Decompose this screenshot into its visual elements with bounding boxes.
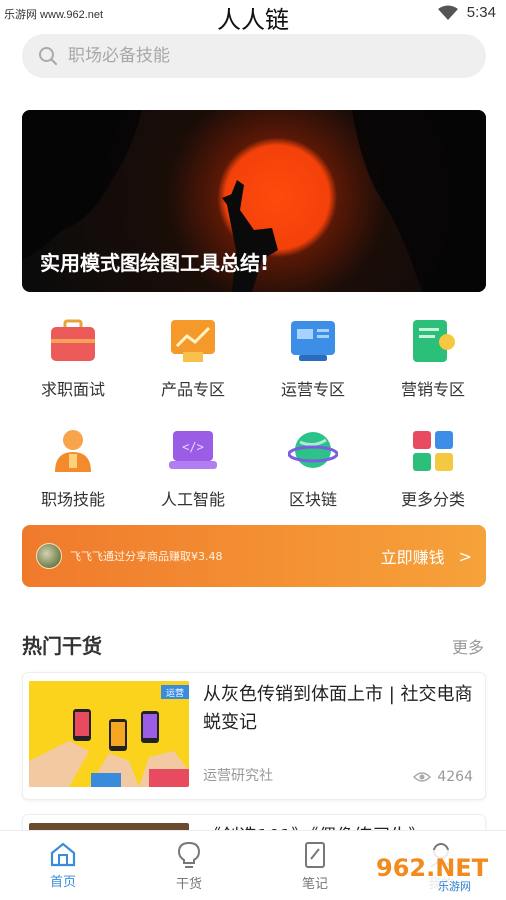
promo-text: 飞飞飞通过分享商品赚取¥3.48 [70, 550, 223, 563]
category-label: 营销专区 [400, 380, 465, 399]
code-laptop-icon: </> [168, 426, 218, 476]
category-job-interview[interactable]: 求职面试 [10, 316, 136, 400]
category-label: 人工智能 [160, 490, 225, 509]
chevron-right-icon: > [458, 546, 472, 566]
article-source: 运营研究社 [203, 768, 273, 784]
more-link[interactable]: 更多 [452, 634, 484, 658]
tab-home[interactable]: 首页 [0, 831, 126, 900]
notebook-icon [305, 842, 325, 868]
category-product[interactable]: 产品专区 [130, 316, 256, 400]
category-more[interactable]: 更多分类 [370, 426, 496, 510]
category-label: 更多分类 [400, 490, 465, 509]
product-chart-icon [168, 316, 218, 366]
marketing-book-icon [408, 316, 458, 366]
app-title: 人人链 [217, 6, 289, 34]
svg-text:</>: </> [182, 440, 204, 454]
planet-icon [288, 426, 338, 476]
wifi-icon [437, 5, 458, 20]
category-blockchain[interactable]: 区块链 [250, 426, 376, 510]
article-thumbnail: 运营 [29, 681, 189, 787]
tab-label: 首页 [49, 875, 76, 890]
promo-banner[interactable]: 飞飞飞通过分享商品赚取¥3.48 立即赚钱 > [22, 525, 486, 587]
status-time: 5:34 [466, 4, 496, 21]
lightbulb-icon [177, 841, 201, 868]
banner-caption: 实用模式图绘图工具总结! [40, 251, 270, 275]
search-bar[interactable] [22, 34, 486, 78]
article-views: 4264 [413, 769, 473, 785]
tab-articles[interactable]: 干货 [126, 831, 252, 900]
watermark-logo-subtext: 乐游网 [438, 880, 471, 893]
category-label: 职场技能 [40, 490, 105, 509]
category-ai[interactable]: </> 人工智能 [130, 426, 256, 510]
tab-label: 干货 [175, 877, 202, 892]
search-icon [39, 47, 58, 66]
category-workplace-skills[interactable]: 职场技能 [10, 426, 136, 510]
section-title: 热门干货 [22, 634, 102, 658]
article-title: 从灰色传销到体面上市 | 社交电商蜕变记 [203, 684, 473, 733]
eye-icon [413, 772, 432, 782]
operations-screen-icon [288, 316, 338, 366]
category-label: 产品专区 [160, 380, 225, 399]
earn-now-button[interactable]: 立即赚钱 > [381, 544, 472, 568]
category-marketing[interactable]: 营销专区 [370, 316, 496, 400]
search-input[interactable] [68, 46, 448, 66]
earn-now-label: 立即赚钱 [380, 548, 445, 567]
category-label: 运营专区 [280, 380, 345, 399]
featured-banner[interactable]: 实用模式图绘图工具总结! [22, 110, 486, 292]
grid-icon [408, 426, 458, 476]
status-bar: 乐游网 www.962.net 人人链 5:34 [0, 0, 506, 34]
status-indicators: 5:34 [437, 4, 496, 21]
category-operations[interactable]: 运营专区 [250, 316, 376, 400]
home-icon [50, 842, 76, 867]
article-card[interactable]: 运营 从灰色传销到体面上市 | 社交电商蜕变记 运营研究社 4264 [22, 672, 486, 800]
tab-notes[interactable]: 笔记 [252, 831, 378, 900]
site-logo-watermark: 962.NET 乐游网 [368, 850, 498, 893]
tab-label: 笔记 [301, 877, 328, 892]
category-label: 求职面试 [40, 380, 105, 399]
avatar [36, 543, 62, 569]
category-label: 区块链 [288, 490, 337, 509]
briefcase-icon [48, 316, 98, 366]
person-icon [48, 426, 98, 476]
thumbnail-tag: 运营 [166, 687, 184, 699]
watermark-logo-text: 962.NET [376, 854, 489, 882]
view-count: 4264 [437, 769, 473, 785]
